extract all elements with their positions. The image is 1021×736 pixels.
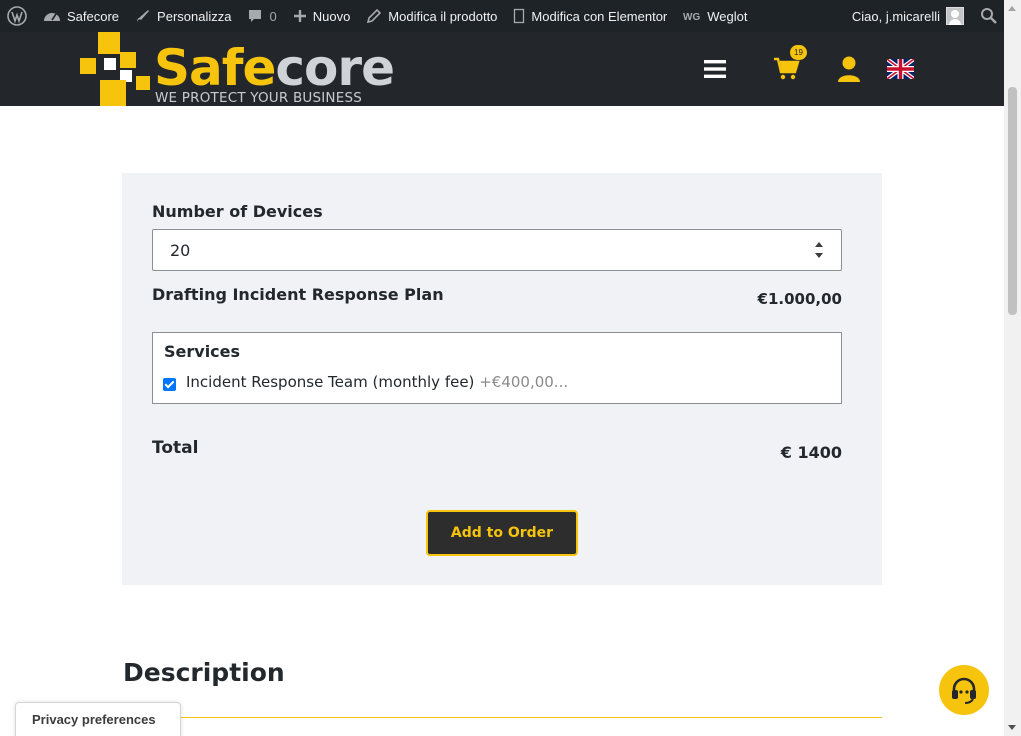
devices-quantity-value: 20 [170,241,191,260]
avatar [946,7,964,25]
cart-icon [774,57,800,80]
plan-price: €1.000,00 [757,290,842,308]
service-option-price: +€400,00... [479,373,569,391]
weglot-label: Weglot [707,8,748,24]
description-heading: Description [123,658,285,687]
comment-icon [249,10,262,22]
site-name-label: Safecore [67,8,120,24]
edit-elementor-label: Modifica con Elementor [531,8,668,24]
adminbar-search-button[interactable] [972,0,1004,32]
support-chat-button[interactable] [939,665,989,715]
edit-product-link[interactable]: Modifica il prodotto [358,0,505,32]
services-label: Services [164,342,241,361]
service-option-label: Incident Response Team (monthly fee) [186,373,475,391]
search-icon [981,8,997,24]
product-options-panel: Number of Devices 20 Drafting Incident R… [122,173,882,585]
scroll-up-icon[interactable] [1008,6,1016,11]
total-value: € 1400 [780,443,842,462]
headset-icon [952,677,976,704]
stepper-down-icon[interactable] [815,253,823,258]
scroll-thumb[interactable] [1008,87,1017,315]
add-to-order-button[interactable]: Add to Order [426,510,578,556]
brush-icon [137,10,150,22]
new-label: Nuovo [312,8,351,24]
weglot-icon: WG [683,12,700,23]
privacy-preferences-button[interactable]: Privacy preferences [15,702,181,736]
quantity-stepper[interactable] [813,240,825,260]
plus-icon [293,10,306,22]
logo-core-text: core [275,39,395,97]
wp-admin-bar: Safecore Personalizza 0 Nuovo Modifica i… [0,0,1004,32]
logo-mark-icon [80,32,150,106]
language-switcher[interactable] [887,32,914,106]
site-header: Safecore WE PROTECT YOUR BUSINESS 19 [0,32,1004,106]
dashboard-icon [44,13,60,21]
page-icon [514,8,525,24]
wordpress-icon [7,6,27,26]
logo-safe-text: Safe [154,39,276,97]
weglot-link[interactable]: WG Weglot [675,0,755,32]
wordpress-logo-button[interactable] [0,0,35,32]
devices-quantity-input[interactable]: 20 [152,229,842,271]
account-button[interactable] [838,32,860,106]
logo-wordmark: Safecore [154,38,395,98]
hamburger-icon [704,60,726,78]
site-name-link[interactable]: Safecore [35,0,127,32]
edit-product-label: Modifica il prodotto [388,8,498,24]
uk-flag-icon [887,59,914,79]
services-box: Services Incident Response Team (monthly… [152,332,842,404]
menu-toggle-button[interactable] [704,32,726,106]
comments-count: 0 [269,8,277,24]
user-account-link[interactable]: Ciao, j.micarelli [844,0,972,32]
page-scrollbar[interactable] [1004,0,1021,736]
cart-count-badge: 19 [790,45,807,60]
new-content-link[interactable]: Nuovo [285,0,359,32]
service-checkbox[interactable] [163,378,176,391]
logo-tagline: WE PROTECT YOUR BUSINESS [155,90,363,106]
user-icon [838,56,860,82]
scroll-down-icon[interactable] [1008,725,1016,730]
devices-label: Number of Devices [152,202,323,221]
pencil-icon [367,8,382,24]
total-label: Total [152,438,199,458]
plan-label: Drafting Incident Response Plan [152,285,444,304]
greeting-label: Ciao, j.micarelli [851,8,940,24]
svg-text:WG: WG [683,12,700,23]
stepper-up-icon[interactable] [815,242,823,247]
service-option[interactable]: Incident Response Team (monthly fee) +€4… [186,373,568,391]
customize-link[interactable]: Personalizza [127,0,239,32]
edit-elementor-link[interactable]: Modifica con Elementor [505,0,675,32]
cart-button[interactable]: 19 [774,32,814,106]
description-divider [123,717,882,718]
comments-link[interactable]: 0 [239,0,284,32]
customize-label: Personalizza [157,8,232,24]
